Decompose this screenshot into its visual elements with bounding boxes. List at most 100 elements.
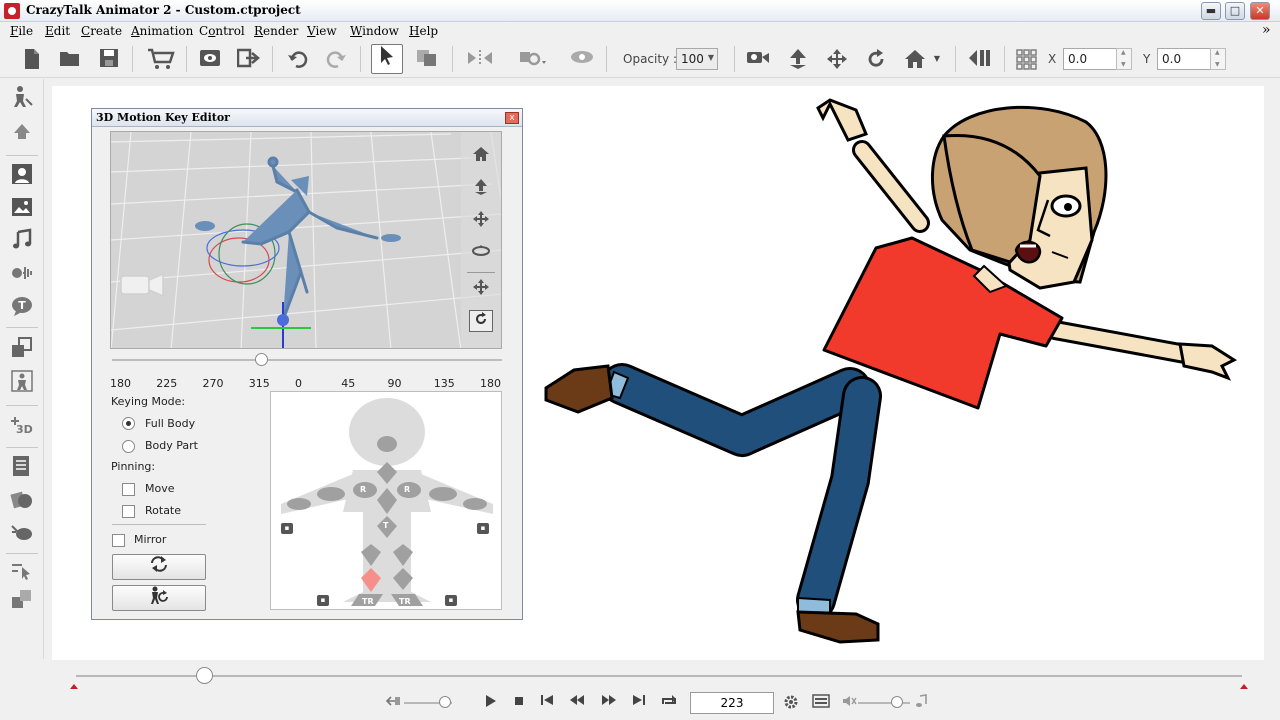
preview-render-icon[interactable] [198, 48, 222, 70]
arrange-objects-icon[interactable] [10, 587, 34, 611]
menu-view[interactable]: View [307, 24, 337, 38]
save-icon[interactable] [97, 48, 121, 70]
grid-snap-icon[interactable] [1014, 48, 1038, 70]
opacity-dropdown[interactable]: 100 ▼ [676, 48, 718, 70]
3d-motion-icon[interactable]: 3D [10, 413, 34, 437]
character-select-icon[interactable] [10, 85, 34, 109]
link-objects-icon[interactable] [518, 48, 546, 70]
mirror-checkbox[interactable] [112, 534, 125, 547]
first-frame-icon[interactable] [538, 694, 556, 712]
settings-gear-icon[interactable] [782, 694, 800, 712]
rotate-label[interactable]: Rotate [145, 504, 181, 517]
play-icon[interactable] [482, 694, 500, 712]
character-composer-icon[interactable] [10, 369, 34, 393]
menu-file[interactable]: File [10, 24, 33, 38]
music-note-icon[interactable] [912, 694, 930, 712]
camera-icon[interactable] [746, 48, 770, 70]
view-reset-icon[interactable] [469, 310, 493, 332]
content-store-cart-icon[interactable] [146, 48, 176, 70]
move-all-icon[interactable] [825, 48, 849, 70]
menu-control[interactable]: Control [199, 24, 245, 38]
reset-motion-button[interactable] [112, 554, 206, 580]
body-part-label[interactable]: Body Part [145, 439, 198, 452]
range-start-marker[interactable] [70, 684, 78, 689]
text-bubble-icon[interactable]: T [10, 294, 34, 318]
lock-icon[interactable]: ▪ [445, 595, 457, 606]
new-file-icon[interactable] [20, 48, 44, 70]
voice-audio-icon[interactable] [10, 261, 34, 285]
body-part-radio[interactable] [122, 440, 135, 453]
rotate-icon[interactable] [864, 48, 888, 70]
lock-icon[interactable]: ▪ [281, 523, 293, 534]
home-chevron-down-icon[interactable]: ▼ [930, 48, 944, 70]
move-checkbox[interactable] [122, 483, 135, 496]
minimize-button[interactable]: ▬ [1201, 2, 1221, 20]
undo-icon[interactable] [286, 48, 310, 70]
timeline-track[interactable] [76, 675, 1242, 677]
sprite-switch-icon[interactable] [10, 520, 34, 544]
move-label[interactable]: Move [145, 482, 175, 495]
stop-icon[interactable] [510, 694, 528, 712]
export-icon[interactable] [236, 48, 261, 70]
previous-frame-icon[interactable] [568, 694, 586, 712]
y-spinner[interactable] [1210, 48, 1226, 70]
motion-clip-icon[interactable] [10, 487, 34, 511]
select-tool-icon[interactable] [371, 44, 403, 74]
maximize-button[interactable]: □ [1225, 2, 1245, 20]
rotate-checkbox[interactable] [122, 505, 135, 518]
speed-slider-thumb[interactable] [438, 696, 451, 708]
full-body-label[interactable]: Full Body [145, 417, 195, 430]
rotation-slider-thumb[interactable] [254, 353, 268, 366]
mirror-label[interactable]: Mirror [134, 533, 166, 546]
next-frame-icon[interactable] [600, 694, 618, 712]
rotation-tick-label: 315 [248, 377, 270, 390]
x-spinner[interactable] [1116, 48, 1132, 70]
y-position-input[interactable]: 0.0 [1157, 48, 1211, 70]
timeline-panel-icon[interactable] [812, 694, 830, 712]
menu-window[interactable]: Window [350, 24, 399, 38]
loop-icon[interactable] [660, 694, 678, 712]
open-folder-icon[interactable] [58, 48, 82, 70]
close-button[interactable]: ✕ [1250, 2, 1270, 20]
move-vertical-icon[interactable] [786, 48, 810, 70]
menu-animation[interactable]: Animation [131, 24, 193, 38]
actor-tools-icon[interactable] [10, 119, 34, 143]
rotation-slider-track[interactable] [112, 359, 502, 361]
script-timeline-icon[interactable] [10, 454, 34, 478]
home-icon[interactable] [904, 48, 928, 70]
menu-edit[interactable]: Edit [45, 24, 70, 38]
transform-select-icon[interactable] [10, 559, 34, 583]
full-body-radio[interactable] [122, 417, 135, 430]
menu-overflow[interactable]: » [1262, 22, 1271, 38]
view-orbit-icon[interactable] [469, 242, 493, 264]
lock-icon[interactable]: ▪ [477, 523, 489, 534]
menu-create[interactable]: Create [81, 24, 122, 38]
range-end-marker[interactable] [1240, 684, 1248, 689]
layers-icon[interactable] [10, 335, 34, 359]
last-frame-icon[interactable] [630, 694, 648, 712]
view-pan-icon[interactable] [469, 210, 493, 232]
flip-icon[interactable] [466, 48, 492, 70]
visibility-eye-icon[interactable] [570, 48, 594, 70]
lock-icon[interactable]: ▪ [317, 595, 329, 606]
scene-image-icon[interactable] [10, 195, 34, 219]
duplicate-icon[interactable] [415, 48, 439, 70]
menu-help[interactable]: Help [409, 24, 438, 38]
actor-portrait-icon[interactable] [10, 162, 34, 186]
redo-icon[interactable] [324, 48, 348, 70]
view-move-icon[interactable] [469, 278, 493, 300]
speed-slow-icon[interactable] [384, 694, 402, 712]
volume-slider-thumb[interactable] [891, 696, 903, 708]
panel-close-button[interactable]: x [505, 112, 519, 124]
music-note-icon[interactable] [10, 228, 34, 252]
view-move-vertical-icon[interactable] [469, 178, 493, 200]
view-home-icon[interactable] [469, 146, 493, 168]
x-position-input[interactable]: 0.0 [1063, 48, 1117, 70]
align-icon[interactable] [968, 48, 992, 70]
3d-viewport[interactable] [110, 131, 502, 349]
body-part-map[interactable]: R R T TR TR ▪ ▪ ▪ ▪ [270, 391, 502, 610]
menu-render[interactable]: Render [254, 24, 298, 38]
current-frame-field[interactable]: 223 [690, 692, 774, 714]
volume-mute-icon[interactable] [840, 694, 858, 712]
reset-pose-button[interactable] [112, 585, 206, 611]
